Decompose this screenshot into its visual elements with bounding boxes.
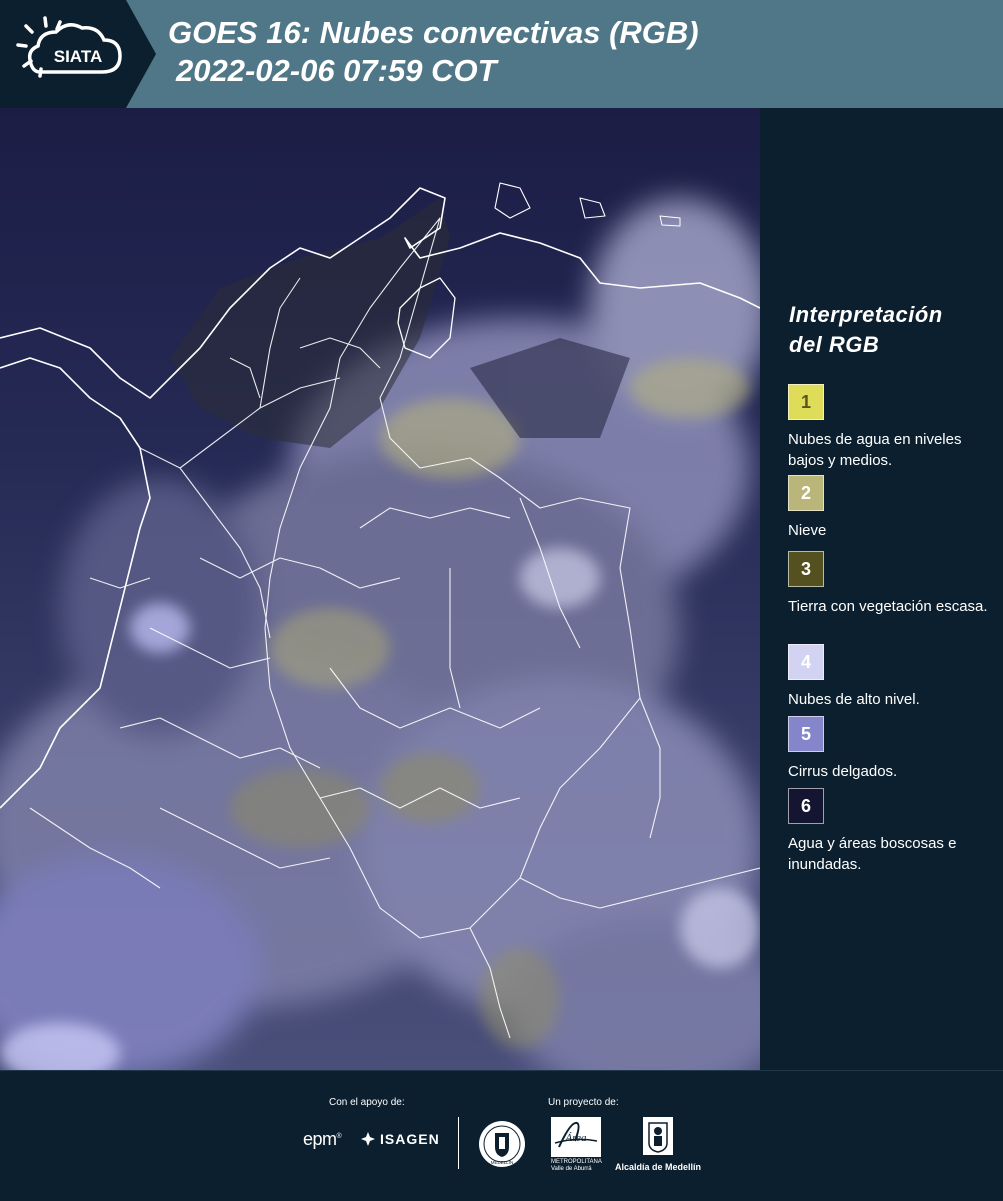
legend-swatch-6: 6 [788, 788, 824, 824]
header-bar: SIATA GOES 16: Nubes convectivas (RGB) 2… [0, 0, 1003, 108]
epm-logo[interactable]: epm® [303, 1129, 342, 1150]
medellin-seal[interactable]: MEDELLÍN [477, 1119, 527, 1174]
isagen-logo-text: ISAGEN [380, 1131, 440, 1147]
legend-title: Interpretación del RGB [789, 300, 943, 360]
title-datetime: 2022-02-06 07:59 COT [176, 53, 497, 88]
legend-number-5: 5 [800, 723, 811, 744]
area-logo-icon: Área [551, 1117, 601, 1157]
legend-swatch-5: 5 [788, 716, 824, 752]
siata-logo[interactable]: SIATA [0, 0, 156, 108]
isagen-icon [361, 1132, 375, 1146]
area-subtitle: METROPOLITANA Valle de Aburrá [551, 1159, 602, 1172]
legend-label-5: Cirrus delgados. [788, 763, 898, 780]
legend-item-4: 4 Nubes de alto nivel. [788, 644, 988, 710]
legend-item-6: 6 Agua y áreas boscosas e inundadas. [788, 788, 988, 875]
legend-item-5: 5 Cirrus delgados. [788, 716, 988, 782]
support-label: Con el apoyo de: [329, 1097, 405, 1108]
seal-icon: MEDELLÍN [479, 1121, 525, 1167]
legend-swatch-4: 4 [788, 644, 824, 680]
area-metropolitana-logo[interactable]: Área [551, 1117, 601, 1162]
legend-number-6: 6 [800, 795, 811, 816]
legend-title-line1: Interpretación [789, 302, 943, 327]
legend-item-3: 3 Tierra con vegetación escasa. [788, 551, 988, 617]
alcaldia-label: Alcaldía de Medellín [614, 1162, 702, 1172]
legend-item-1: 1 Nubes de agua en niveles bajos y medio… [788, 384, 988, 471]
legend-label-6: Agua y áreas boscosas e inundadas. [788, 835, 957, 873]
logo-text: SIATA [54, 47, 102, 66]
satellite-map[interactable] [0, 108, 760, 1070]
page-title: GOES 16: Nubes convectivas (RGB) 2022-02… [168, 14, 699, 90]
footer: Con el apoyo de: Un proyecto de: epm® IS… [0, 1070, 1003, 1201]
legend-swatch-1: 1 [788, 384, 824, 420]
isagen-logo[interactable]: ISAGEN [360, 1131, 440, 1147]
legend-number-3: 3 [800, 558, 811, 579]
legend-swatch-3: 3 [788, 551, 824, 587]
legend-number-1: 1 [800, 391, 811, 412]
satellite-image [0, 108, 760, 1070]
seal-text: MEDELLÍN [491, 1159, 514, 1165]
epm-logo-text: epm [303, 1129, 337, 1149]
legend-label-3: Tierra con vegetación escasa. [788, 598, 988, 615]
legend-label-1: Nubes de agua en niveles bajos y medios. [788, 431, 962, 469]
legend-number-4: 4 [800, 651, 811, 672]
area-logo-text: Área [565, 1132, 587, 1144]
alcaldia-icon [643, 1117, 673, 1155]
legend-title-line2: del RGB [789, 332, 880, 357]
rgb-legend: Interpretación del RGB 1 Nubes de agua e… [760, 108, 1003, 1070]
project-label: Un proyecto de: [548, 1097, 619, 1108]
legend-item-2: 2 Nieve [788, 475, 988, 541]
legend-swatch-2: 2 [788, 475, 824, 511]
legend-label-4: Nubes de alto nivel. [788, 691, 920, 708]
footer-divider [458, 1117, 459, 1169]
title-product: GOES 16: Nubes convectivas (RGB) [168, 15, 699, 50]
alcaldia-logo[interactable]: Alcaldía de Medellín [612, 1117, 704, 1172]
legend-number-2: 2 [800, 482, 811, 503]
legend-label-2: Nieve [788, 522, 827, 539]
